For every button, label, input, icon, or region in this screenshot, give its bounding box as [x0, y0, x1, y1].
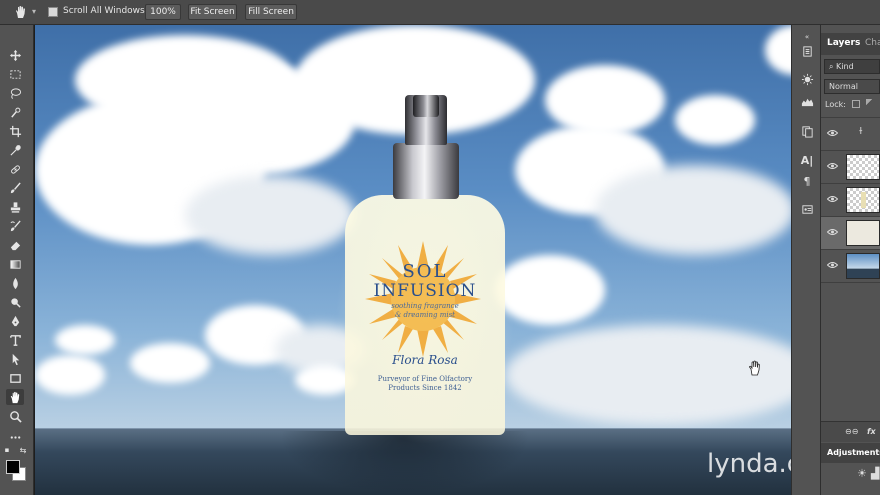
- search-icon: ⌕: [829, 62, 834, 71]
- lock-transparent-pixels-icon[interactable]: [852, 100, 860, 108]
- link-layers-icon[interactable]: ⊖⊖: [845, 427, 858, 436]
- brightness-panel-icon[interactable]: [798, 71, 816, 87]
- crop-tool-icon[interactable]: [6, 123, 24, 139]
- dodge-tool-icon[interactable]: [6, 294, 24, 310]
- clone-stamp-tool-icon[interactable]: [6, 199, 24, 215]
- tagline-line2: & dreaming mist: [395, 311, 455, 319]
- visibility-eye-icon[interactable]: [827, 195, 838, 203]
- pen-tool-icon[interactable]: [6, 313, 24, 329]
- layer-row[interactable]: ɫ: [821, 117, 880, 150]
- brightness-adjustment-icon[interactable]: ☀: [857, 467, 867, 480]
- layer-row-selected[interactable]: [821, 216, 880, 249]
- scroll-all-windows-label: Scroll All Windows: [63, 6, 145, 16]
- properties-panel-icon[interactable]: [798, 201, 816, 217]
- fill-screen-button[interactable]: Fill Screen: [245, 4, 297, 20]
- cloud: [675, 95, 755, 145]
- cloud: [55, 325, 115, 355]
- signature-text: Flora Rosa: [392, 353, 458, 367]
- kind-filter-label: Kind: [836, 62, 854, 71]
- swap-colors-icon[interactable]: ⇆: [18, 445, 28, 455]
- layers-panel: Layers Cha ⌕ Kind Normal Lock: ɫ ⊖⊖ fx A…: [821, 25, 880, 495]
- history-panel-icon[interactable]: [798, 43, 816, 59]
- zoom-tool-icon[interactable]: [6, 408, 24, 424]
- blur-tool-icon[interactable]: [6, 275, 24, 291]
- tagline-line1: soothing fragrance: [391, 302, 459, 310]
- document-canvas[interactable]: SOL INFUSION soothing fragrance & dreami…: [35, 25, 819, 495]
- character-panel-icon[interactable]: A|: [798, 152, 816, 168]
- cloud: [595, 165, 795, 255]
- footer-line1: Purveyor of Fine Olfactory: [377, 375, 473, 383]
- fx-icon[interactable]: fx: [867, 427, 876, 436]
- panel-icon-strip: « A| ¶: [791, 25, 821, 495]
- cloud: [35, 355, 105, 395]
- layer-row[interactable]: [821, 183, 880, 216]
- adjustments-panel-title[interactable]: Adjustments: [821, 443, 880, 463]
- healing-brush-tool-icon[interactable]: [6, 161, 24, 177]
- adjustments-icons: ☀ ▟: [821, 463, 880, 495]
- layer-thumbnail: [846, 253, 880, 279]
- cloud: [185, 175, 355, 255]
- path-selection-tool-icon[interactable]: [6, 351, 24, 367]
- layer-thumbnail: [846, 187, 880, 213]
- visibility-eye-icon[interactable]: [827, 228, 838, 236]
- levels-adjustment-icon[interactable]: ▟: [871, 467, 879, 480]
- libraries-panel-icon[interactable]: [798, 123, 816, 139]
- tools-bar: ▪ ⇆: [0, 25, 34, 495]
- layers-empty-area: [821, 282, 880, 421]
- panel-tabs: Layers Cha: [821, 33, 880, 55]
- layer-row[interactable]: [821, 150, 880, 183]
- link-icon: ɫ: [859, 127, 863, 137]
- gradient-tool-icon[interactable]: [6, 256, 24, 272]
- eyedropper-tool-icon[interactable]: [6, 142, 24, 158]
- visibility-eye-icon[interactable]: [827, 129, 838, 137]
- blend-mode-select[interactable]: Normal: [824, 79, 880, 94]
- lock-image-pixels-icon[interactable]: [866, 99, 872, 109]
- foreground-color-swatch[interactable]: [6, 460, 20, 474]
- brush-tool-icon[interactable]: [6, 180, 24, 196]
- type-tool-icon[interactable]: [6, 332, 24, 348]
- layer-kind-filter[interactable]: ⌕ Kind: [824, 59, 880, 74]
- layer-thumbnail: [846, 154, 880, 180]
- marquee-tool-icon[interactable]: [6, 66, 24, 82]
- layer-row[interactable]: [821, 249, 880, 282]
- eraser-tool-icon[interactable]: [6, 237, 24, 253]
- default-colors-icon[interactable]: ▪: [2, 445, 12, 455]
- zoom-100-button[interactable]: 100%: [145, 4, 181, 20]
- layer-thumbnail: [846, 220, 880, 246]
- hand-cursor-icon: [749, 360, 760, 376]
- tool-preset-chevron-down-icon[interactable]: ▾: [32, 7, 36, 16]
- lock-label: Lock:: [825, 100, 846, 109]
- footer-line2: Products Since 1842: [388, 384, 462, 392]
- histogram-panel-icon[interactable]: [798, 93, 816, 109]
- history-brush-tool-icon[interactable]: [6, 218, 24, 234]
- cloud: [545, 65, 665, 135]
- paragraph-panel-icon[interactable]: ¶: [798, 173, 816, 189]
- quick-select-tool-icon[interactable]: [6, 104, 24, 120]
- rectangle-tool-icon[interactable]: [6, 370, 24, 386]
- visibility-eye-icon[interactable]: [827, 261, 838, 269]
- move-tool-icon[interactable]: [6, 47, 24, 63]
- cloud: [130, 343, 210, 383]
- brand-name-line1: SOL: [402, 261, 448, 282]
- hand-tool-icon[interactable]: [6, 389, 24, 405]
- tab-channels[interactable]: Cha: [865, 38, 880, 48]
- layers-footer: ⊖⊖ fx: [821, 421, 880, 442]
- options-bar: ▾ Scroll All Windows 100% Fit Screen Fil…: [0, 0, 880, 25]
- scroll-all-windows-checkbox[interactable]: [48, 7, 58, 17]
- more-tools-icon[interactable]: [6, 429, 24, 445]
- brand-name-line2: INFUSION: [373, 281, 477, 301]
- fit-screen-button[interactable]: Fit Screen: [188, 4, 237, 20]
- hand-tool-icon[interactable]: [14, 5, 28, 19]
- visibility-eye-icon[interactable]: [827, 162, 838, 170]
- cloud: [505, 325, 815, 425]
- bottle-neck-collar: [393, 143, 459, 199]
- tab-layers[interactable]: Layers: [827, 38, 860, 48]
- lasso-tool-icon[interactable]: [6, 85, 24, 101]
- bottle-sprayer: [413, 95, 439, 117]
